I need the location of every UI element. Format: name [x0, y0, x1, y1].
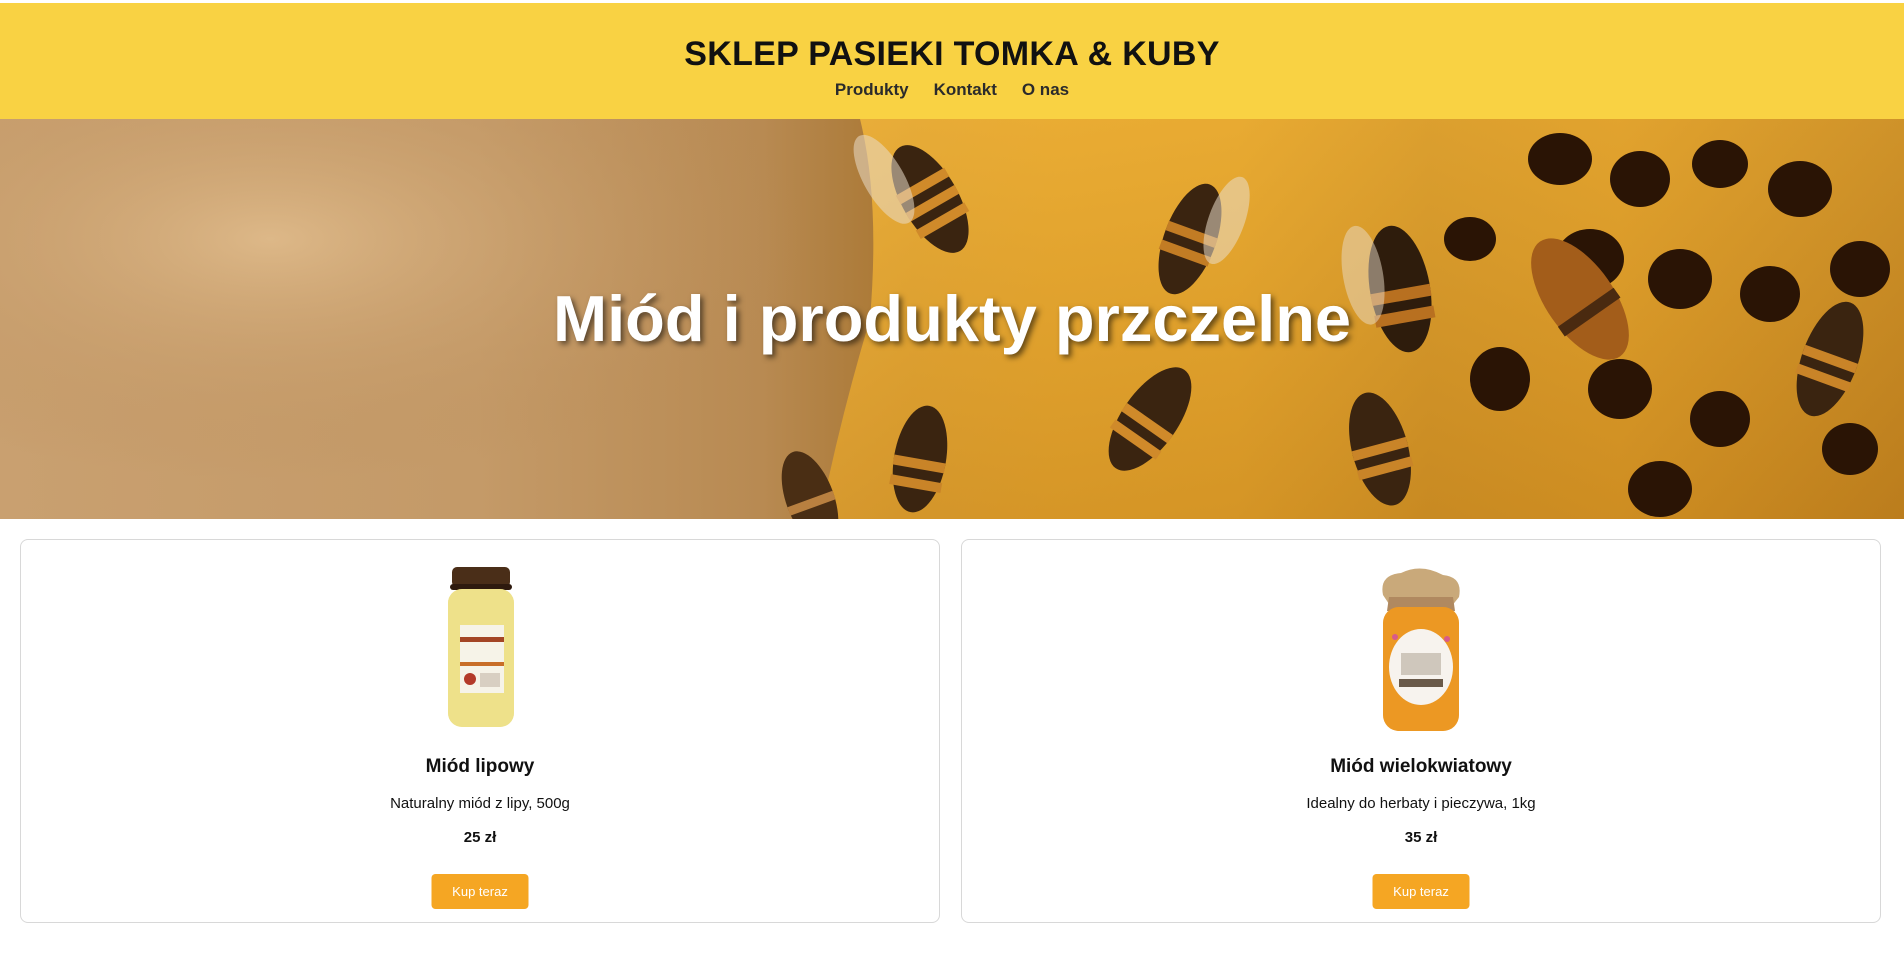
product-description: Naturalny miód z lipy, 500g	[390, 795, 570, 812]
honey-jar-icon	[1382, 568, 1460, 731]
site-header: SKLEP PASIEKI TOMKA & KUBY Produkty Kont…	[0, 3, 1904, 119]
product-price: 25 zł	[463, 829, 497, 846]
main-nav: Produkty Kontakt O nas	[0, 80, 1904, 100]
buy-now-button[interactable]: Kup teraz	[431, 874, 529, 909]
product-price: 35 zł	[1404, 829, 1438, 846]
product-image-linden-honey[interactable]	[21, 567, 939, 733]
product-list: Miód lipowy Naturalny miód z lipy, 500g …	[20, 539, 1884, 923]
hero-banner: Miód i produkty przczelne	[0, 119, 1904, 519]
product-description: Idealny do herbaty i pieczywa, 1kg	[1306, 795, 1536, 812]
nav-link-produkty[interactable]: Produkty	[835, 80, 909, 100]
nav-link-o-nas[interactable]: O nas	[1022, 80, 1069, 100]
nav-link-kontakt[interactable]: Kontakt	[934, 80, 997, 100]
product-card: Miód lipowy Naturalny miód z lipy, 500g …	[20, 539, 940, 923]
product-name: Miód wielokwiatowy	[1330, 756, 1512, 777]
buy-now-button[interactable]: Kup teraz	[1372, 874, 1470, 909]
product-card: Miód wielokwiatowy Idealny do herbaty i …	[961, 539, 1881, 923]
hero-title: Miód i produkty przczelne	[552, 282, 1352, 355]
product-name: Miód lipowy	[425, 756, 535, 777]
product-image-multiflower-honey[interactable]	[962, 567, 1880, 733]
honey-jar-icon	[448, 567, 514, 727]
site-title: SKLEP PASIEKI TOMKA & KUBY	[684, 35, 1220, 73]
